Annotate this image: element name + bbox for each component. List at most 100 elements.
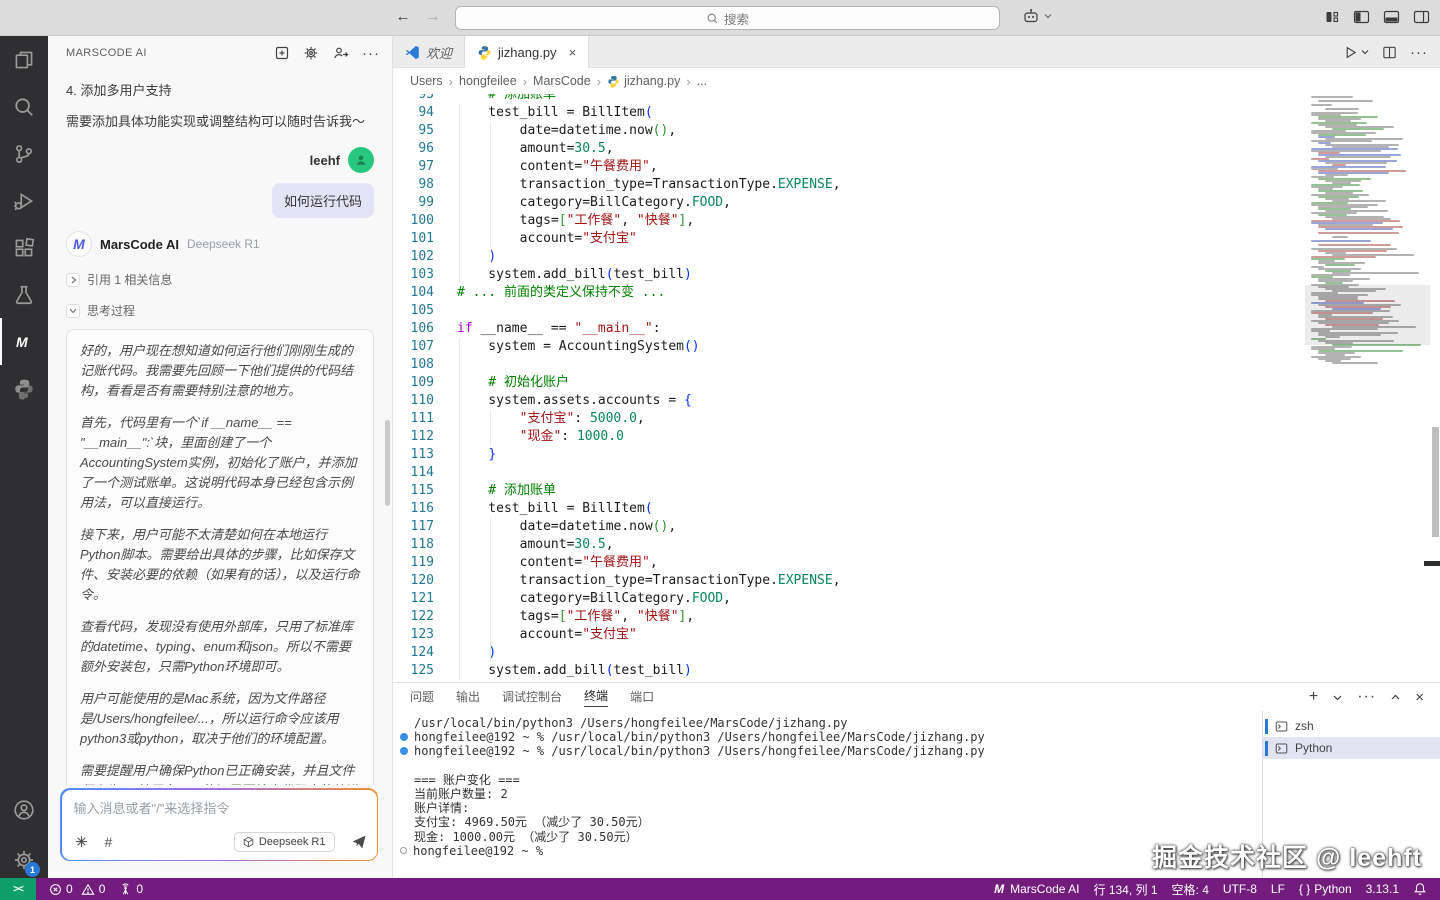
nav-forward-icon[interactable]: → (422, 8, 444, 25)
code-line-111: 111 "支付宝": 5000.0, (393, 410, 645, 428)
marscode-ai-icon[interactable]: M (0, 318, 48, 365)
code-line-122: 122 tags=["工作餐", "快餐"], (393, 608, 694, 626)
model-selector-pill[interactable]: Deepseek R1 (234, 832, 335, 852)
watermark: 掘金技术社区 @ leehft (1152, 838, 1422, 874)
terminal-list-item-zsh[interactable]: zsh (1263, 715, 1440, 737)
dot-spacer (400, 776, 408, 784)
maximize-panel-icon[interactable] (1391, 694, 1400, 701)
breadcrumb-item[interactable]: ... (697, 74, 707, 88)
breadcrumb-item[interactable]: MarsCode (533, 74, 591, 88)
code-line-109: 109 # 初始化账户 (393, 374, 569, 392)
testing-icon[interactable] (0, 271, 48, 318)
chat-settings-gear-icon[interactable] (303, 45, 319, 61)
indentation-status[interactable]: 空格: 4 (1165, 878, 1216, 900)
nav-back-icon[interactable]: ← (392, 8, 414, 25)
minimap-line (1332, 236, 1348, 238)
share-user-icon[interactable] (332, 45, 349, 61)
toggle-panel-icon[interactable] (1383, 9, 1400, 25)
assistant-model-label: Deepseek R1 (187, 237, 260, 251)
customize-layout-icon[interactable] (1324, 9, 1340, 25)
tab-welcome[interactable]: 欢迎 (393, 36, 465, 68)
search-sidebar-icon[interactable] (0, 83, 48, 130)
run-debug-icon[interactable] (0, 177, 48, 224)
panel-tab-问题[interactable]: 问题 (410, 688, 434, 707)
marscode-logo-icon: M (994, 882, 1004, 896)
more-actions-icon[interactable]: ··· (362, 45, 380, 62)
minimap-viewport[interactable] (1305, 285, 1430, 345)
ports-status[interactable]: 0 (112, 878, 150, 900)
tab-jizhang-py[interactable]: jizhang.py × (465, 36, 589, 68)
breadcrumb-item[interactable]: jizhang.py (607, 74, 680, 88)
problems-status[interactable]: 0 0 (42, 878, 112, 900)
python-extension-icon[interactable] (0, 365, 48, 412)
minimap-line (1311, 104, 1332, 106)
notifications-bell-icon[interactable] (1406, 878, 1434, 900)
reference-label: 引用 1 相关信息 (87, 271, 172, 288)
accounts-icon[interactable] (0, 786, 48, 833)
dot-spacer (400, 762, 408, 770)
code-line-104: 104# ... 前面的类定义保持不变 ... (393, 284, 665, 302)
terminal-icon (1275, 742, 1288, 755)
sidebar-scrollbar[interactable] (385, 420, 390, 506)
tab-label: jizhang.py (498, 45, 557, 60)
encoding-status[interactable]: UTF-8 (1216, 878, 1264, 900)
extensions-icon[interactable] (0, 224, 48, 271)
editor-more-actions-icon[interactable]: ··· (1410, 44, 1428, 61)
split-editor-icon[interactable] (1382, 45, 1397, 60)
eol-status[interactable]: LF (1264, 878, 1292, 900)
language-mode-status[interactable]: { }Python (1292, 878, 1359, 900)
breadcrumb-item[interactable]: Users (410, 74, 443, 88)
chat-message-input[interactable] (74, 801, 365, 816)
cursor-position-status[interactable]: 行 134, 列 1 (1087, 878, 1165, 900)
minimap[interactable] (1305, 94, 1430, 682)
title-bar: ← → 搜索 (0, 0, 1440, 36)
toggle-secondary-sidebar-icon[interactable] (1413, 9, 1430, 25)
chat-history: 4. 添加多用户支持 需要添加具体功能实现或调整结构可以随时告诉我～ leehf… (48, 70, 392, 785)
reference-toggle[interactable]: 引用 1 相关信息 (66, 271, 374, 288)
toggle-primary-sidebar-icon[interactable] (1353, 9, 1370, 25)
python-file-icon (607, 75, 620, 88)
explorer-icon[interactable] (0, 36, 48, 83)
code-line-93: 93 # 添加账单 (393, 94, 556, 104)
new-terminal-icon[interactable]: + (1309, 688, 1318, 706)
overview-ruler-marker (1424, 561, 1440, 566)
thinking-toggle[interactable]: 思考过程 (66, 302, 374, 319)
python-version-status[interactable]: 3.13.1 (1359, 878, 1406, 900)
chevron-right-icon (66, 273, 80, 287)
marscode-status-item[interactable]: MMarsCode AI (987, 878, 1086, 900)
code-line-97: 97 content="午餐费用", (393, 158, 658, 176)
run-python-file-button[interactable] (1343, 45, 1369, 60)
panel-tab-bar: 问题 输出 调试控制台 终端 端口 (393, 683, 1440, 711)
search-placeholder: 搜索 (724, 9, 749, 28)
thinking-paragraph: 首先，代码里有一个`if __name__ == "__main__":`块，里… (80, 413, 360, 513)
tab-close-icon[interactable]: × (569, 45, 577, 60)
terminal-icon (1275, 720, 1288, 733)
code-editor[interactable]: 93 # 添加账单94 test_bill = BillItem(95 date… (393, 94, 1440, 682)
dot-spacer (400, 804, 408, 812)
terminal-dropdown-icon[interactable] (1333, 694, 1342, 701)
panel-tab-终端[interactable]: 终端 (584, 687, 608, 707)
panel-more-icon[interactable]: ··· (1357, 688, 1376, 706)
search-input[interactable]: 搜索 (455, 6, 1000, 30)
code-line-101: 101 account="支付宝" (393, 230, 637, 248)
breadcrumb-item[interactable]: hongfeilee (459, 74, 517, 88)
sidebar-title: MARSCODE AI (66, 47, 274, 59)
minimap-line (1318, 100, 1373, 102)
send-icon[interactable] (351, 834, 367, 850)
terminal-list-item-python[interactable]: Python (1263, 737, 1440, 759)
hash-icon[interactable]: # (105, 834, 113, 850)
editor-scrollbar[interactable] (1431, 94, 1440, 682)
source-control-icon[interactable] (0, 130, 48, 177)
sparkle-icon[interactable] (74, 834, 89, 849)
panel-tab-输出[interactable]: 输出 (456, 688, 480, 707)
new-chat-icon[interactable] (274, 45, 290, 61)
close-panel-icon[interactable]: × (1415, 689, 1424, 706)
breadcrumb-separator: › (686, 74, 690, 89)
ai-assistant-button[interactable] (1022, 7, 1052, 25)
scrollbar-thumb[interactable] (1432, 427, 1439, 537)
settings-gear-icon[interactable]: 1 (0, 836, 48, 883)
panel-tab-端口[interactable]: 端口 (630, 688, 654, 707)
remote-indicator[interactable]: >< (0, 878, 36, 900)
vscode-logo-icon (405, 45, 420, 60)
panel-tab-调试控制台[interactable]: 调试控制台 (502, 688, 562, 707)
